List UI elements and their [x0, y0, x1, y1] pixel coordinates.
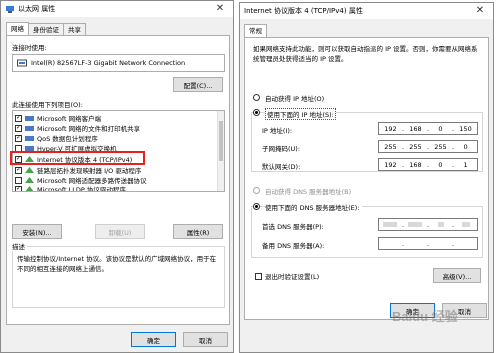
manual-ip-radio[interactable]	[253, 109, 260, 116]
ethernet-ok-button[interactable]: 确定	[131, 332, 176, 347]
list-item[interactable]: ✓ Microsoft 网络的文件和打印机共享	[15, 123, 140, 133]
ip-address-field[interactable]: 192. 168. 0. 150	[378, 122, 478, 135]
ipv4-titlebar[interactable]: Internet 协议版本 4 (TCP/IPv4) 属性	[240, 3, 493, 19]
tab-general[interactable]: 常规	[244, 24, 267, 37]
preferred-dns-field[interactable]: . . .	[378, 218, 478, 231]
description-label: 描述	[12, 241, 27, 251]
preferred-dns-label: 首选 DNS 服务器(P):	[262, 223, 324, 231]
checkbox-icon[interactable]: ✓	[15, 185, 22, 191]
gateway-label: 默认网关(D):	[262, 163, 301, 171]
highlight-box	[10, 151, 145, 165]
ethernet-window-title: 以太网 属性	[18, 5, 56, 13]
ipv4-properties-window: Internet 协议版本 4 (TCP/IPv4) 属性 ✕ 常规 如果网络支…	[239, 2, 494, 353]
baidu-watermark: Baidu 经验	[392, 309, 458, 324]
gateway-field[interactable]: 192. 168. 0. 1	[378, 158, 478, 171]
checkbox-icon[interactable]: ✓	[15, 114, 22, 122]
auto-dns-label: 自动获得 DNS 服务器地址(B)	[265, 188, 352, 196]
network-adapter-icon	[6, 5, 14, 13]
tab-network[interactable]: 网络	[6, 22, 29, 35]
intro-text: 如果网络支持此功能，则可以获取自动指派的 IP 设置。否则，你需要从网络系统管理…	[253, 45, 478, 63]
checkbox-icon[interactable]: ✓	[15, 134, 22, 142]
ip-octet	[404, 221, 427, 229]
connect-using-label: 连接时使用:	[12, 44, 47, 52]
ip-octet: 150	[459, 124, 472, 133]
manual-dns-label: 使用下面的 DNS 服务器地址(E):	[265, 202, 362, 212]
ipv4-tab-panel: 如果网络支持此功能，则可以获取自动指派的 IP 设置。否则，你需要从网络系统管理…	[244, 37, 489, 320]
items-label: 此连接使用下列项目(O):	[12, 101, 83, 109]
auto-ip-radio[interactable]	[253, 94, 260, 101]
scroll-thumb[interactable]	[219, 121, 223, 161]
ip-octet: 168	[409, 124, 422, 133]
ip-octet	[379, 221, 402, 229]
adapter-icon	[17, 59, 27, 66]
adapter-box: Intel(R) 82567LF-3 Gigabit Network Conne…	[12, 54, 225, 72]
ip-octet: 255	[384, 142, 397, 151]
list-item[interactable]: ✓ Microsoft LLDP 协议驱动程序	[15, 184, 126, 192]
alternate-dns-label: 备用 DNS 服务器(A):	[262, 242, 325, 250]
ip-octet: 1	[463, 160, 468, 169]
ip-octet: 0	[463, 142, 468, 151]
close-icon[interactable]: ✕	[209, 1, 231, 16]
list-item[interactable]: ✓ QoS 数据包计划程序	[15, 133, 98, 143]
ip-octet: 192	[384, 124, 397, 133]
ipv4-tabs: 常规	[244, 24, 267, 37]
ethernet-properties-window: 以太网 属性 ✕ 网络 身份验证 共享 连接时使用: Intel(R) 8256…	[0, 0, 234, 353]
ethernet-tab-panel: 连接时使用: Intel(R) 82567LF-3 Gigabit Networ…	[6, 35, 230, 325]
advanced-button[interactable]: 高级(V)...	[433, 268, 481, 283]
auto-dns-radio[interactable]	[253, 187, 260, 194]
close-icon[interactable]: ✕	[469, 3, 491, 18]
ip-octet: 0	[438, 160, 443, 169]
validate-label: 退出时验证设置(L)	[265, 273, 320, 281]
share-icon	[25, 125, 34, 131]
ip-octet: 192	[384, 160, 397, 169]
checkbox-icon[interactable]	[255, 272, 262, 280]
item-label: Microsoft 网络客户端	[37, 115, 102, 123]
tab-sharing[interactable]: 共享	[63, 23, 86, 35]
ip-octet	[429, 221, 452, 229]
ethernet-titlebar[interactable]: 以太网 属性	[1, 1, 233, 17]
dns-group	[251, 206, 483, 258]
ip-octet	[454, 221, 477, 229]
item-label: Microsoft LLDP 协议驱动程序	[37, 186, 126, 192]
list-scrollbar[interactable]	[217, 111, 224, 191]
item-label: Microsoft 网络的文件和打印机共享	[37, 125, 141, 133]
install-button[interactable]: 安装(N)...	[12, 224, 62, 239]
validate-checkbox-row[interactable]: 退出时验证设置(L)	[255, 271, 319, 281]
qos-icon	[25, 135, 34, 141]
adapter-name: Intel(R) 82567LF-3 Gigabit Network Conne…	[31, 59, 186, 67]
ip-octet: 255	[434, 142, 447, 151]
uninstall-button[interactable]: 卸载(U)	[95, 224, 145, 239]
ethernet-cancel-button[interactable]: 取消	[183, 332, 228, 347]
item-label: QoS 数据包计划程序	[37, 135, 98, 143]
protocol-icon	[25, 166, 34, 173]
configure-button[interactable]: 配置(C)...	[173, 77, 223, 92]
protocol-icon	[25, 176, 34, 183]
list-item[interactable]: ✓ Microsoft 网络客户端	[15, 113, 101, 123]
auto-ip-label: 自动获得 IP 地址(O)	[265, 95, 325, 103]
tab-authentication[interactable]: 身份验证	[28, 23, 64, 35]
properties-button[interactable]: 属性(R)	[173, 224, 223, 239]
ipv4-window-title: Internet 协议版本 4 (TCP/IPv4) 属性	[244, 7, 363, 15]
ip-octet: 0	[438, 124, 443, 133]
client-icon	[25, 115, 34, 121]
subnet-mask-field[interactable]: 255. 255. 255. 0	[378, 140, 478, 153]
ethernet-tabs: 网络 身份验证 共享	[6, 22, 86, 35]
ip-address-label: IP 地址(I):	[262, 127, 293, 135]
manual-dns-radio[interactable]	[253, 203, 260, 210]
checkbox-icon[interactable]: ✓	[15, 124, 22, 132]
item-label: 链路层拓扑发现映射器 I/O 驱动程序	[37, 167, 142, 175]
alternate-dns-field[interactable]: . . .	[378, 237, 478, 250]
checkbox-icon[interactable]: ✓	[15, 166, 22, 174]
protocol-icon	[25, 185, 34, 191]
ip-octet: 168	[409, 160, 422, 169]
subnet-label: 子网掩码(U):	[262, 145, 301, 153]
manual-ip-label: 使用下面的 IP 地址(S):	[265, 108, 336, 120]
description-text: 传输控制协议/Internet 协议。该协议是默认的广域网络协议，用于在不同的相…	[17, 255, 217, 273]
checkbox-icon[interactable]	[15, 176, 22, 184]
ip-octet: 255	[409, 142, 422, 151]
list-item[interactable]: ✓ 链路层拓扑发现映射器 I/O 驱动程序	[15, 165, 141, 175]
